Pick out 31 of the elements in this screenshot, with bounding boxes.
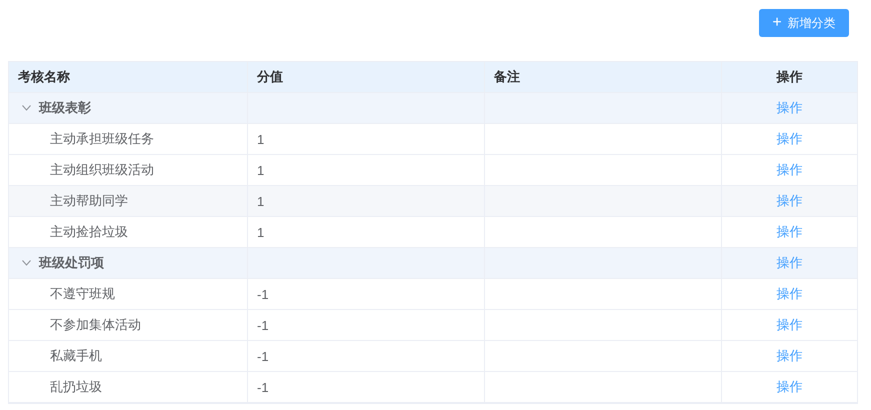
- table-cell: 1: [257, 224, 264, 240]
- table-cell-text: 不参加集体活动: [49, 316, 141, 334]
- action-link[interactable]: 操作: [776, 347, 802, 365]
- action-link[interactable]: 操作: [776, 223, 802, 241]
- table-cell-text: 私藏手机: [49, 347, 102, 365]
- action-link[interactable]: 操作: [776, 161, 802, 179]
- table-cell: 1: [257, 162, 264, 178]
- add-category-button[interactable]: + 新增分类: [759, 9, 849, 37]
- table-cell-text: 乱扔垃圾: [49, 378, 102, 396]
- caret-icon[interactable]: [22, 105, 31, 111]
- table-cell: -1: [257, 380, 269, 394]
- action-link[interactable]: 操作: [776, 192, 802, 210]
- table-cell-text: 主动承担班级任务: [49, 130, 154, 148]
- action-link[interactable]: 操作: [776, 99, 802, 117]
- group-name: 班级表彰: [39, 99, 91, 117]
- caret-icon[interactable]: [22, 260, 31, 266]
- table-cell-text: 不遵守班规: [49, 285, 115, 303]
- action-link[interactable]: 操作: [776, 254, 802, 272]
- table-cell: 1: [257, 194, 264, 208]
- table-cell-text: 主动组织班级活动: [49, 161, 154, 179]
- action-link[interactable]: 操作: [776, 316, 802, 334]
- table-cell-text: 主动捡拾垃圾: [49, 223, 128, 241]
- action-link[interactable]: 操作: [776, 378, 802, 396]
- table-cell: -1: [257, 348, 269, 364]
- group-name: 班级处罚项: [39, 254, 104, 272]
- action-link[interactable]: 操作: [776, 130, 802, 148]
- table-cell: -1: [257, 318, 269, 332]
- action-link[interactable]: 操作: [776, 285, 802, 303]
- table-cell-text: 主动帮助同学: [49, 192, 128, 210]
- table-cell: -1: [257, 286, 269, 302]
- table-cell: 1: [257, 132, 264, 146]
